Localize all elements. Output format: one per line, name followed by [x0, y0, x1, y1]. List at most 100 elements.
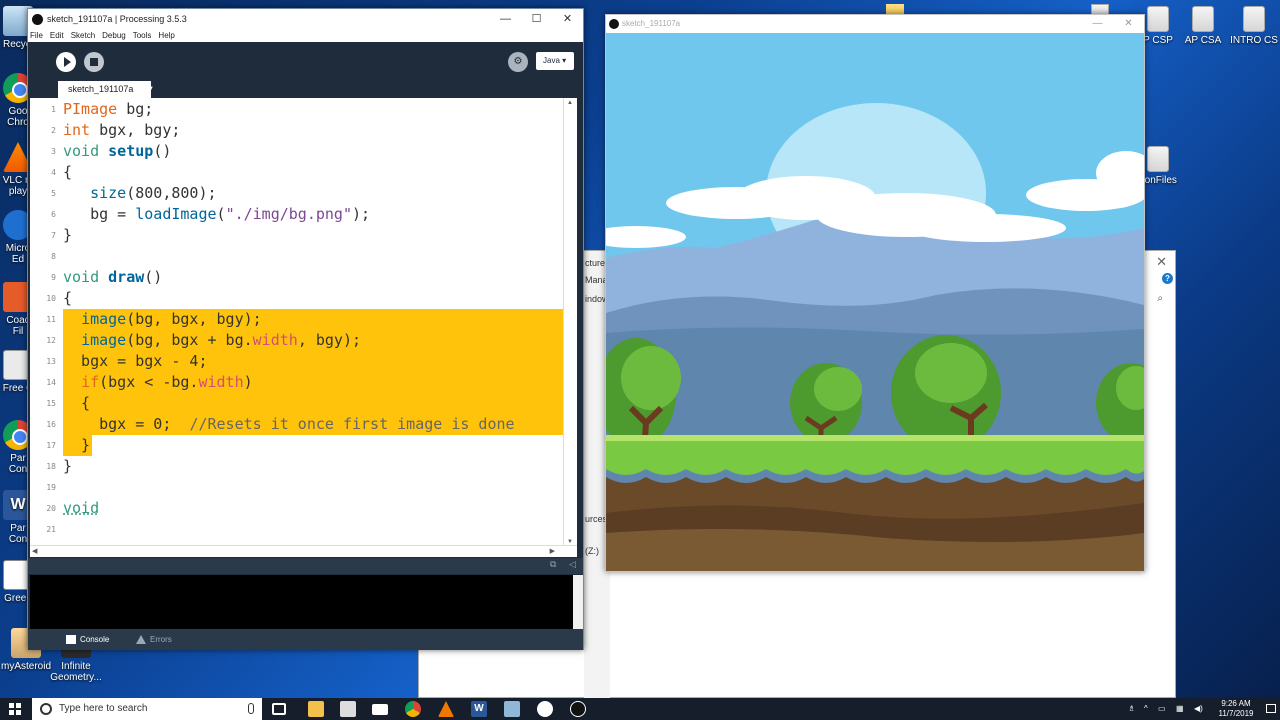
code-line: 3 void setup() — [51, 142, 172, 160]
tab-console[interactable]: Console — [58, 629, 109, 650]
image-viewer-icon[interactable] — [504, 701, 520, 717]
taskbar-search-box[interactable]: Type here to search — [32, 698, 262, 720]
document-icon — [1147, 146, 1169, 172]
console-divider[interactable]: ⧉ ◁ — [28, 558, 583, 574]
sketch-title-bar[interactable]: sketch_191107a — ✕ — [606, 15, 1144, 33]
menu-tools[interactable]: Tools — [133, 31, 152, 40]
scroll-right-icon[interactable]: ▶ — [550, 547, 555, 555]
copy-icon[interactable]: ⧉ — [550, 559, 556, 570]
code-line: 19 — [46, 483, 56, 492]
close-button[interactable]: ✕ — [552, 9, 583, 29]
menu-sketch[interactable]: Sketch — [71, 31, 95, 40]
folder-icon[interactable] — [886, 4, 904, 14]
processing-icon — [609, 19, 619, 29]
warning-icon — [136, 635, 146, 644]
tab-menu-arrow-icon[interactable]: ▼ — [146, 81, 156, 98]
sketch-window-title: sketch_191107a — [622, 19, 681, 28]
ide-title-bar[interactable]: sketch_191107a | Processing 3.5.3 — ☐ ✕ — [28, 9, 583, 29]
notifications-icon[interactable] — [1266, 704, 1276, 713]
code-line: 7} — [51, 226, 73, 244]
code-line: 9 void draw() — [51, 268, 163, 286]
ide-menu-bar: File Edit Sketch Debug Tools Help — [28, 29, 583, 42]
code-line: 4{ — [51, 163, 73, 181]
menu-edit[interactable]: Edit — [50, 31, 64, 40]
desktop-icon-intro-cs[interactable]: INTRO CS — [1222, 6, 1280, 46]
search-icon[interactable]: ⌕ — [1157, 293, 1163, 304]
parallax-background-image — [606, 33, 1144, 571]
windows-start-icon[interactable] — [9, 703, 21, 715]
run-button[interactable] — [56, 52, 76, 72]
code-line: 21 — [46, 525, 56, 534]
store-icon[interactable] — [340, 701, 356, 717]
console-scrollbar[interactable] — [573, 575, 583, 629]
explorer-fragment: (Z:) — [585, 546, 599, 556]
sketch-canvas[interactable] — [606, 33, 1144, 571]
code-line: 10{ — [46, 289, 73, 307]
menu-help[interactable]: Help — [158, 31, 174, 40]
processing-icon[interactable] — [537, 701, 553, 717]
tab-errors[interactable]: Errors — [128, 629, 172, 650]
code-line-selected: 13 bgx = bgx - 4; — [30, 351, 564, 372]
mode-selector[interactable]: Java ▾ — [536, 52, 574, 70]
tab-sketch[interactable]: sketch_191107a — [58, 81, 151, 98]
debugger-toggle-icon[interactable]: ⚙ — [508, 52, 528, 72]
document-icon — [1192, 6, 1214, 32]
document-icon — [1147, 6, 1169, 32]
stop-button[interactable] — [84, 52, 104, 72]
menu-file[interactable]: File — [30, 31, 43, 40]
scroll-up-icon[interactable]: ▲ — [567, 100, 573, 106]
code-line-selected: 12 image(bg, bgx + bg.width, bgy); — [30, 330, 564, 351]
volume-icon[interactable]: ◀) — [1194, 698, 1203, 720]
console-output[interactable] — [30, 575, 583, 629]
file-explorer-icon[interactable] — [308, 701, 324, 717]
document-icon — [1243, 6, 1265, 32]
battery-icon[interactable]: ▭ — [1158, 698, 1166, 720]
code-line: 6 bg = loadImage("./img/bg.png"); — [51, 205, 371, 223]
menu-debug[interactable]: Debug — [102, 31, 126, 40]
sketch-app-icon[interactable] — [570, 701, 586, 717]
console-icon — [66, 635, 76, 644]
taskbar: Type here to search W ♗ ^ ▭ ▦ ◀) 9:26 AM… — [0, 698, 1280, 720]
chrome-icon[interactable] — [405, 701, 421, 717]
code-line-selected: 16 bgx = 0; //Resets it once first image… — [30, 414, 564, 435]
code-line: 8 — [51, 252, 56, 261]
taskbar-search-placeholder: Type here to search — [59, 703, 148, 714]
people-icon[interactable]: ♗ — [1128, 698, 1135, 720]
close-icon[interactable]: ✕ — [1156, 254, 1167, 270]
code-line: 20 void — [46, 499, 100, 517]
help-icon[interactable]: ? — [1162, 273, 1173, 284]
code-line-selected: 15 { — [30, 393, 564, 414]
code-editor[interactable]: 1 PImage bg; 2 int bgx, bgy; 3 void setup()… — [30, 98, 577, 545]
microphone-icon[interactable] — [248, 703, 254, 714]
task-view-icon[interactable] — [272, 703, 286, 715]
processing-ide-window[interactable]: sketch_191107a | Processing 3.5.3 — ☐ ✕ … — [27, 8, 584, 650]
sketch-output-window[interactable]: sketch_191107a — ✕ — [605, 14, 1145, 572]
code-line: 5 size(800,800); — [51, 184, 217, 202]
scroll-left-icon[interactable]: ◀ — [32, 547, 37, 555]
minimize-button[interactable]: — — [490, 9, 521, 29]
vlc-icon[interactable] — [438, 701, 454, 717]
chevron-up-icon[interactable]: ^ — [1144, 698, 1148, 720]
taskbar-clock[interactable]: 9:26 AM 11/7/2019 — [1210, 699, 1262, 719]
desktop-icon-label: INTRO CS — [1230, 35, 1278, 46]
search-icon — [40, 703, 52, 715]
editor-vertical-scrollbar[interactable]: ▲ ▼ — [563, 98, 576, 547]
code-line-selected: 17 } — [46, 435, 92, 456]
clock-date: 11/7/2019 — [1218, 709, 1254, 718]
code-line: 1 PImage bg; — [51, 100, 154, 118]
editor-horizontal-scrollbar[interactable]: ◀ ▶ — [30, 545, 577, 557]
maximize-button[interactable]: ☐ — [521, 9, 552, 29]
desktop-icon-label: Infinite Geometry... — [50, 661, 102, 683]
code-line-selected: 11 image(bg, bgx, bgy); — [30, 309, 564, 330]
close-button[interactable]: ✕ — [1113, 15, 1144, 33]
code-line: 18} — [46, 457, 73, 475]
collapse-icon[interactable]: ◁ — [569, 559, 576, 570]
code-line: 2 int bgx, bgy; — [51, 121, 181, 139]
ide-window-title: sketch_191107a | Processing 3.5.3 — [47, 14, 187, 24]
processing-icon — [32, 13, 43, 25]
word-icon[interactable]: W — [471, 701, 487, 717]
mail-icon[interactable] — [372, 704, 388, 715]
minimize-button[interactable]: — — [1082, 15, 1113, 33]
network-icon[interactable]: ▦ — [1176, 698, 1184, 720]
code-line-selected: 14 if(bgx < -bg.width) — [30, 372, 564, 393]
